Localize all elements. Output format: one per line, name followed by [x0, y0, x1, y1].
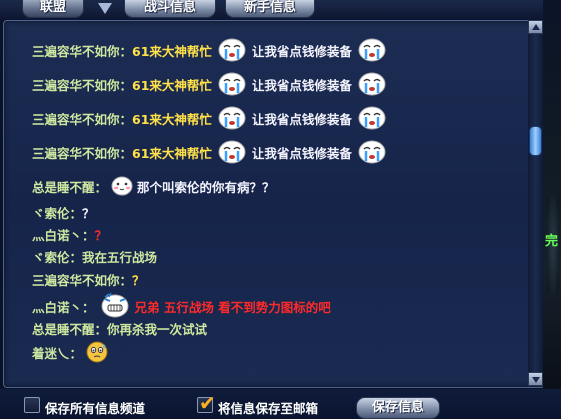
chat-text: ？	[132, 272, 145, 288]
chevron-up-icon	[532, 24, 540, 30]
crying-face-icon	[216, 35, 248, 65]
crying-face-icon	[216, 69, 248, 99]
chat-text: 61来大神帮忙	[132, 145, 212, 161]
save-to-mail-label: 将信息保存至邮箱	[218, 401, 319, 416]
chat-text: 让我省点钱修装备	[251, 111, 352, 127]
chat-line: 三遍容华不如你： 61来大神帮忙 让我省点钱修装备	[32, 103, 392, 133]
chat-line: 三遍容华不如你： ？	[32, 264, 145, 294]
checkmark-icon: ✔	[199, 391, 216, 415]
chat-text: 那个叫索伦的你有病？？	[137, 179, 275, 195]
chat-speaker: 三遍容华不如你：	[32, 145, 133, 161]
chevron-down-icon	[532, 377, 540, 383]
chat-speaker: 三遍容华不如你：	[32, 272, 133, 288]
chat-panel: 三遍容华不如你： 61来大神帮忙 让我省点钱修装备 三遍容华不如你： 61来大神…	[3, 20, 545, 388]
crying-face-icon	[356, 137, 388, 167]
chat-text: ヾ索伦：我在五行战场	[32, 249, 158, 265]
crying-face-icon	[356, 35, 388, 65]
chat-text: 让我省点钱修装备	[251, 145, 352, 161]
tab-alliance[interactable]: 联盟	[22, 0, 84, 18]
chat-speaker: 三遍容华不如你：	[32, 43, 133, 59]
crying-face-icon	[356, 103, 388, 133]
chat-text: 总是睡不醒：你再杀我一次试试	[32, 321, 208, 337]
crying-face-icon	[356, 69, 388, 99]
bottom-bar: 保存所有信息频道 ✔ 将信息保存至邮箱 保存信息	[0, 389, 561, 419]
chat-speaker: 总是睡不醒：	[32, 179, 108, 195]
scroll-up-button[interactable]	[528, 20, 543, 34]
save-info-button[interactable]: 保存信息	[356, 397, 440, 419]
channel-dropdown-arrow-icon[interactable]	[98, 3, 112, 14]
blushing-face-icon	[110, 174, 134, 198]
chat-line: 三遍容华不如你： 61来大神帮忙 让我省点钱修装备	[32, 137, 392, 167]
chat-text: 61来大神帮忙	[132, 77, 212, 93]
chat-line: 三遍容华不如你： 61来大神帮忙 让我省点钱修装备	[32, 35, 392, 65]
chat-line: 三遍容华不如你： 61来大神帮忙 让我省点钱修装备	[32, 69, 392, 99]
scrollbar-thumb[interactable]	[529, 126, 542, 156]
save-all-channels-label: 保存所有信息频道	[45, 401, 146, 416]
chat-line: 着迷乀：	[32, 337, 112, 367]
chat-log: 三遍容华不如你： 61来大神帮忙 让我省点钱修装备 三遍容华不如你： 61来大神…	[28, 21, 524, 387]
crying-face-icon	[216, 137, 248, 167]
chat-text: 61来大神帮忙	[132, 111, 212, 127]
chat-text: 让我省点钱修装备	[251, 43, 352, 59]
chat-speaker: 着迷乀：	[32, 345, 83, 361]
chat-speaker: 三遍容华不如你：	[32, 77, 133, 93]
game-scene-edge: 完	[543, 0, 561, 390]
save-to-mail-checkbox[interactable]: ✔	[197, 393, 216, 413]
scene-text: 完	[545, 234, 559, 249]
chat-text: 让我省点钱修装备	[251, 77, 352, 93]
channel-tab-bar: 联盟 战斗信息 新手信息	[0, 0, 561, 20]
save-all-channels-checkbox[interactable]	[24, 397, 40, 413]
tab-newbie-info[interactable]: 新手信息	[225, 0, 315, 18]
crying-face-icon	[216, 103, 248, 133]
tab-battle-info[interactable]: 战斗信息	[124, 0, 216, 18]
scroll-down-button[interactable]	[528, 372, 543, 386]
chat-text: 61来大神帮忙	[132, 43, 212, 59]
chat-speaker: 三遍容华不如你：	[32, 111, 133, 127]
chat-scrollbar[interactable]	[528, 20, 543, 386]
sweat-face-icon	[85, 340, 109, 364]
